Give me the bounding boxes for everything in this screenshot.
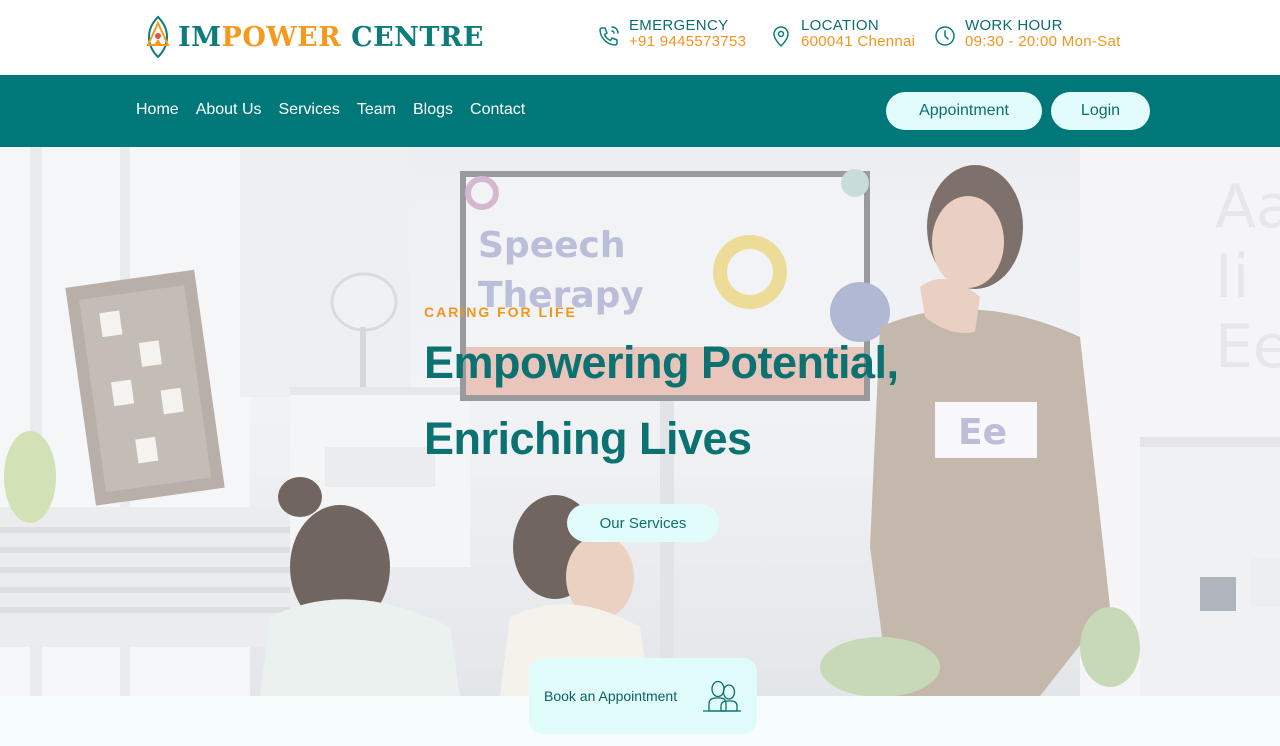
work-hour-contact: WORK HOUR 09:30 - 20:00 Mon-Sat: [933, 17, 1121, 49]
logo-icon: [146, 15, 170, 59]
book-appointment-label: Book an Appointment: [544, 688, 678, 704]
location-value: 600041 Chennai: [801, 33, 916, 50]
clock-icon: [935, 26, 955, 46]
logo-wordmark: IMPOWER CENTRE: [178, 22, 484, 53]
people-icon: [703, 680, 741, 712]
phone-icon: [599, 26, 619, 46]
login-button[interactable]: Login: [1051, 92, 1150, 130]
nav-link-services[interactable]: Services: [279, 101, 340, 119]
emergency-phone: +91 9445573753: [629, 33, 747, 50]
location-title: LOCATION: [801, 17, 879, 34]
hero-headline-line1: Empowering Potential,: [424, 337, 899, 388]
nav-link-about-us[interactable]: About Us: [196, 101, 262, 119]
hero-section: Speech Therapy Aa Ii Ee Ee CARING FOR LI…: [0, 147, 1280, 696]
top-header: IMPOWER CENTRE EMERGENCY +91 9445573753 …: [0, 0, 1280, 75]
work-hour-value: 09:30 - 20:00 Mon-Sat: [965, 33, 1121, 50]
logo-text-im: IM: [178, 21, 222, 53]
work-hour-text: WORK HOUR 09:30 - 20:00 Mon-Sat: [965, 17, 1121, 49]
nav-link-blogs[interactable]: Blogs: [413, 101, 453, 119]
logo-text-power: POWER: [221, 21, 342, 53]
nav-link-contact[interactable]: Contact: [470, 101, 525, 119]
nav-link-home[interactable]: Home: [136, 101, 179, 119]
map-pin-icon: [773, 26, 789, 47]
our-services-button[interactable]: Our Services: [567, 504, 719, 542]
appointment-button[interactable]: Appointment: [886, 92, 1042, 130]
hero-headline-line2: Enriching Lives: [424, 413, 752, 464]
location-contact[interactable]: LOCATION 600041 Chennai: [769, 17, 915, 49]
emergency-title: EMERGENCY: [629, 17, 729, 34]
location-text: LOCATION 600041 Chennai: [801, 17, 915, 49]
emergency-text: EMERGENCY +91 9445573753: [629, 17, 746, 49]
nav-links: Home About Us Services Team Blogs Contac…: [136, 101, 525, 119]
brand-logo[interactable]: IMPOWER CENTRE: [140, 14, 484, 60]
book-appointment-card[interactable]: Book an Appointment: [529, 658, 757, 734]
main-navbar: Home About Us Services Team Blogs Contac…: [0, 75, 1280, 147]
nav-link-team[interactable]: Team: [357, 101, 396, 119]
hero-headline: Empowering Potential, Enriching Lives: [424, 325, 944, 477]
logo-text-centre: CENTRE: [351, 21, 484, 53]
emergency-contact[interactable]: EMERGENCY +91 9445573753: [597, 17, 746, 49]
hero-kicker: CARING FOR LIFE: [424, 304, 577, 320]
work-hour-title: WORK HOUR: [965, 17, 1063, 34]
